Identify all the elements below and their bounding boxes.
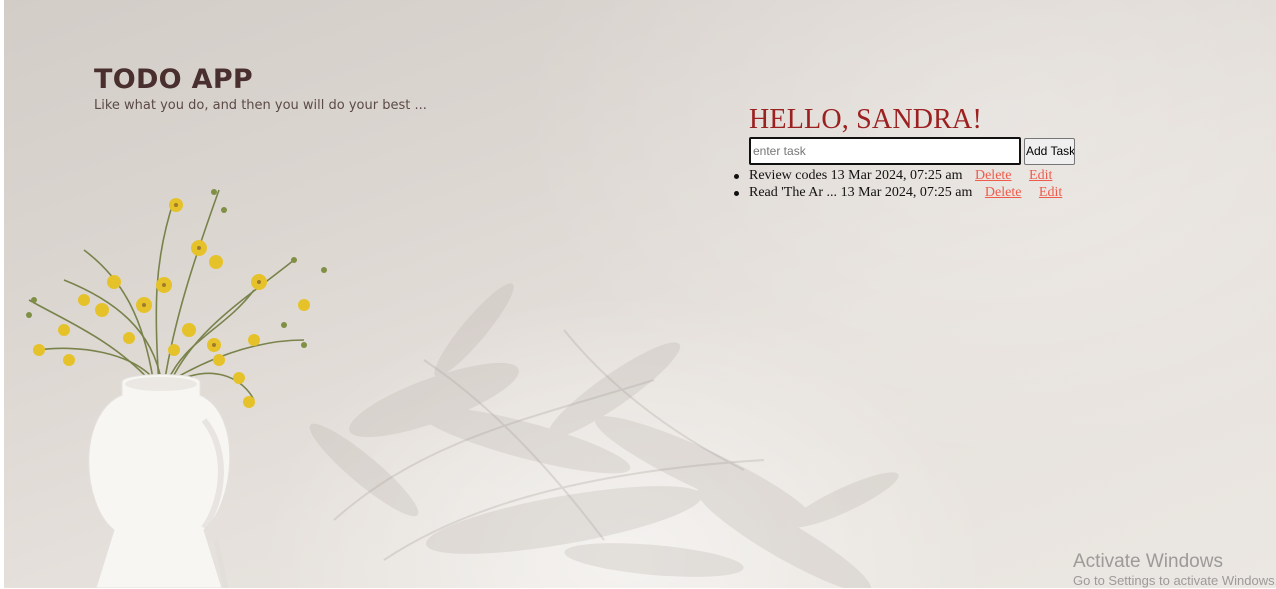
task-list: Review codes 13 Mar 2024, 07:25 am Delet… [734,167,1089,201]
app-subtitle: Like what you do, and then you will do y… [94,98,427,113]
app-header: TODO APP Like what you do, and then you … [94,64,427,114]
app-title: TODO APP [94,64,254,95]
edit-task-link[interactable]: Edit [1029,168,1052,183]
watermark-title: Activate Windows [1073,551,1223,572]
edit-task-link[interactable]: Edit [1039,185,1062,200]
task-timestamp: 13 Mar 2024, 07:25 am [840,185,973,200]
task-input[interactable] [749,137,1021,165]
task-item: Review codes 13 Mar 2024, 07:25 am Delet… [734,167,1089,184]
greeting-heading: HELLO, SANDRA! [749,104,983,135]
task-item: Read 'The Ar ... 13 Mar 2024, 07:25 am D… [734,184,1089,201]
delete-task-link[interactable]: Delete [985,185,1022,200]
task-timestamp: 13 Mar 2024, 07:25 am [830,168,963,183]
add-task-form: Add Task [749,137,1089,165]
task-text: Read 'The Ar ... [749,185,838,200]
task-text: Review codes [749,168,828,183]
watermark-subtitle: Go to Settings to activate Windows. [1073,573,1276,588]
todo-panel: HELLO, SANDRA! Add Task Review codes 13 … [734,103,1089,201]
add-task-button[interactable]: Add Task [1024,137,1075,165]
activate-windows-watermark: Activate Windows Go to Settings to activ… [1073,551,1276,589]
delete-task-link[interactable]: Delete [975,168,1012,183]
